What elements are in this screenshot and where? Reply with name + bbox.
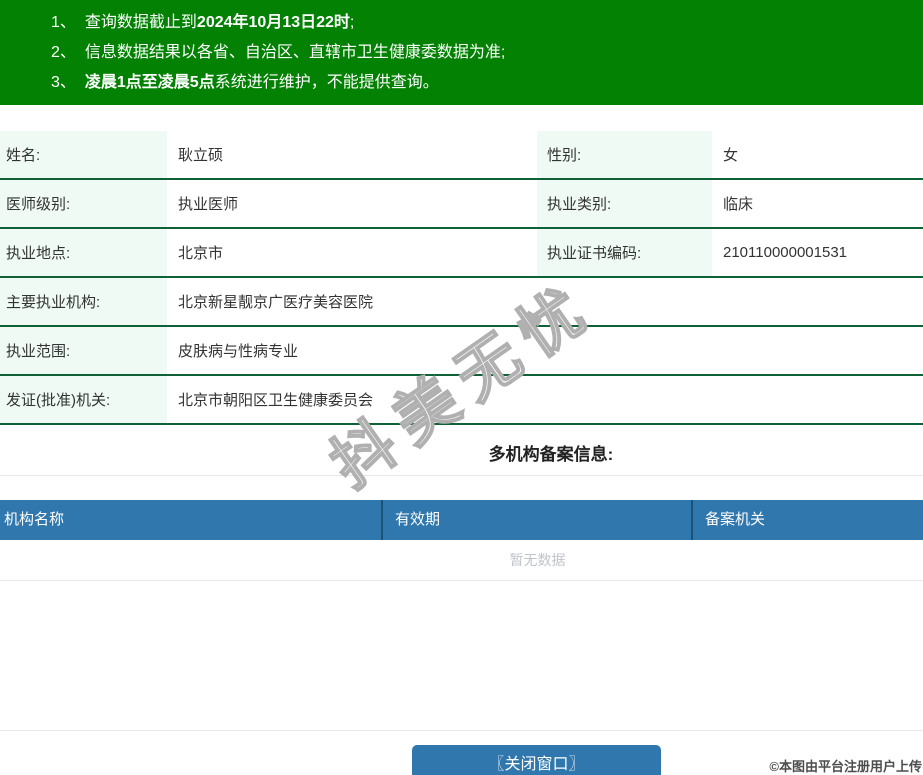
table-row-name-gender: 姓名: 耿立硕 性别: 女	[0, 131, 923, 179]
field-label-name: 姓名:	[0, 131, 167, 179]
license-query-result-page: 1、查询数据截止到2024年10月13日22时; 2、信息数据结果以各省、自治区…	[0, 0, 923, 775]
notice-line-1: 1、查询数据截止到2024年10月13日22时;	[0, 8, 923, 38]
notice-text: 信息数据结果以各省、自治区、直辖市卫生健康委数据为准;	[85, 44, 505, 61]
field-label-certificate-number: 执业证书编码:	[537, 228, 712, 277]
field-label-gender: 性别:	[537, 131, 712, 179]
empty-data-placeholder: 暂无数据	[0, 540, 923, 581]
notice-text: ;	[350, 14, 354, 31]
field-value-practice-location: 北京市	[167, 228, 537, 277]
notice-text-bold: 2024年10月13日22时	[197, 14, 350, 31]
field-label-main-institution: 主要执业机构:	[0, 277, 167, 326]
table-row-location-certno: 执业地点: 北京市 执业证书编码: 210110000001531	[0, 228, 923, 277]
field-value-name: 耿立硕	[167, 131, 537, 179]
divider	[0, 475, 923, 476]
field-label-issuing-authority: 发证(批准)机关:	[0, 375, 167, 424]
field-value-main-institution: 北京新星靓京广医疗美容医院	[167, 277, 923, 326]
field-label-practice-location: 执业地点:	[0, 228, 167, 277]
field-value-certificate-number: 210110000001531	[712, 228, 923, 277]
table-row-practice-scope: 执业范围: 皮肤病与性病专业	[0, 326, 923, 375]
table-row-level-category: 医师级别: 执业医师 执业类别: 临床	[0, 179, 923, 228]
table-row-main-institution: 主要执业机构: 北京新星靓京广医疗美容医院	[0, 277, 923, 326]
field-label-practice-scope: 执业范围:	[0, 326, 167, 375]
field-value-doctor-level: 执业医师	[167, 179, 537, 228]
notice-banner: 1、查询数据截止到2024年10月13日22时; 2、信息数据结果以各省、自治区…	[0, 0, 923, 105]
column-header-institution-name: 机构名称	[0, 500, 383, 540]
notice-number: 1、	[51, 8, 76, 38]
notice-number: 3、	[51, 68, 76, 98]
notice-line-2: 2、信息数据结果以各省、自治区、直辖市卫生健康委数据为准;	[0, 38, 923, 68]
notice-number: 2、	[51, 38, 76, 68]
field-value-practice-category: 临床	[712, 179, 923, 228]
field-label-practice-category: 执业类别:	[537, 179, 712, 228]
column-header-validity-period: 有效期	[383, 500, 693, 540]
multi-institution-section-title: 多机构备案信息:	[0, 440, 923, 465]
upload-credit-watermark: ©本图由平台注册用户上传	[769, 756, 922, 775]
notice-text: 系统进行维护，不能提供查询。	[215, 74, 439, 91]
filing-table-header: 机构名称 有效期 备案机关	[0, 500, 923, 540]
table-row-issuing-authority: 发证(批准)机关: 北京市朝阳区卫生健康委员会	[0, 375, 923, 424]
divider	[0, 730, 923, 731]
field-value-issuing-authority: 北京市朝阳区卫生健康委员会	[167, 375, 923, 424]
close-window-button[interactable]: 〖关闭窗口〗	[412, 745, 661, 775]
practitioner-info-table: 姓名: 耿立硕 性别: 女 医师级别: 执业医师 执业类别: 临床 执业地点: …	[0, 131, 923, 425]
notice-text: 查询数据截止到	[85, 14, 197, 31]
field-value-practice-scope: 皮肤病与性病专业	[167, 326, 923, 375]
field-label-doctor-level: 医师级别:	[0, 179, 167, 228]
notice-text-bold: 凌晨1点至凌晨5点	[85, 74, 215, 91]
notice-line-3: 3、凌晨1点至凌晨5点系统进行维护，不能提供查询。	[0, 68, 923, 98]
field-value-gender: 女	[712, 131, 923, 179]
column-header-filing-authority: 备案机关	[693, 500, 923, 540]
